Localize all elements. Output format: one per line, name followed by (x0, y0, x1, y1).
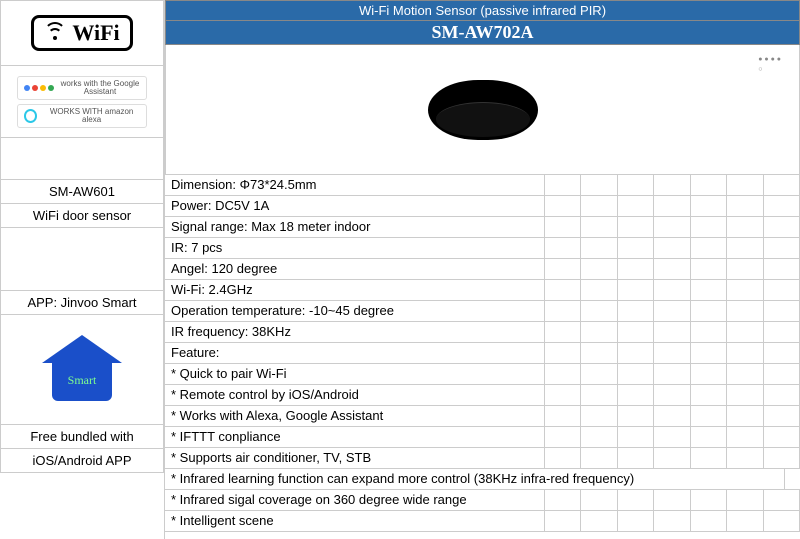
assist-mini-icon: ● ● ● ●○ (758, 55, 781, 75)
google-assistant-badge: works with the Google Assistant (17, 76, 147, 100)
spec-row: * Works with Alexa, Google Assistant (165, 406, 800, 427)
spec-row: * Quick to pair Wi-Fi (165, 364, 800, 385)
spec-grid-cells (545, 238, 800, 258)
spec-grid-cells (545, 343, 800, 363)
spec-row: Feature: (165, 343, 800, 364)
spec-row: Angel: 120 degree (165, 259, 800, 280)
spec-label: Operation temperature: -10~45 degree (165, 301, 545, 321)
spec-label: * Remote control by iOS/Android (165, 385, 545, 405)
model-desc: WiFi door sensor (0, 204, 164, 228)
house-icon: Jinvoo Smart (42, 335, 122, 405)
spec-row: IR frequency: 38KHz (165, 322, 800, 343)
alexa-text: WORKS WITH amazon alexa (43, 108, 140, 124)
alexa-badge: WORKS WITH amazon alexa (17, 104, 147, 128)
wifi-text: WiFi (72, 20, 119, 46)
blank-cell-2 (0, 228, 164, 291)
google-icon (24, 85, 54, 91)
spec-label: * Quick to pair Wi-Fi (165, 364, 545, 384)
blank-cell (0, 138, 164, 180)
alexa-icon (24, 109, 37, 123)
spec-row: Signal range: Max 18 meter indoor (165, 217, 800, 238)
spec-label: Feature: (165, 343, 545, 363)
spec-row: * IFTTT conpliance (165, 427, 800, 448)
spec-table: Dimension: Φ73*24.5mmPower: DC5V 1ASigna… (165, 175, 800, 539)
product-image-area: ● ● ● ●○ (165, 45, 800, 175)
model-bar: SM-AW702A (165, 21, 800, 45)
page: WiFi works with the Google Assistant WOR… (0, 0, 800, 539)
bundle-text-2: iOS/Android APP (0, 449, 164, 473)
spec-row: Operation temperature: -10~45 degree (165, 301, 800, 322)
spec-label: Angel: 120 degree (165, 259, 545, 279)
spec-label: IR: 7 pcs (165, 238, 545, 258)
google-text: works with the Google Assistant (60, 80, 140, 96)
spec-row: * Supports air conditioner, TV, STB (165, 448, 800, 469)
spec-grid-cells (545, 217, 800, 237)
spec-label: * Supports air conditioner, TV, STB (165, 448, 545, 468)
spec-grid-cells (545, 259, 800, 279)
spec-grid-cells (545, 175, 800, 195)
spec-row: Dimension: Φ73*24.5mm (165, 175, 800, 196)
brand-logo-cell: Jinvoo Smart (0, 315, 164, 425)
spec-label: * Infrared sigal coverage on 360 degree … (165, 490, 545, 510)
brand-label: Smart (68, 373, 97, 388)
spec-row: * Remote control by iOS/Android (165, 385, 800, 406)
spec-row: * Infrared sigal coverage on 360 degree … (165, 490, 800, 511)
title-bar: Wi-Fi Motion Sensor (passive infrared PI… (165, 0, 800, 21)
spec-grid-cells (545, 196, 800, 216)
spec-row: Wi-Fi: 2.4GHz (165, 280, 800, 301)
spec-label: IR frequency: 38KHz (165, 322, 545, 342)
wifi-logo-cell: WiFi (0, 0, 164, 66)
main: Wi-Fi Motion Sensor (passive infrared PI… (165, 0, 800, 539)
spec-grid-cells (545, 322, 800, 342)
spec-label: Dimension: Φ73*24.5mm (165, 175, 545, 195)
app-name: APP: Jinvoo Smart (0, 291, 164, 315)
spec-grid-cells (545, 280, 800, 300)
spec-grid-cells (545, 301, 800, 321)
spec-label: Signal range: Max 18 meter indoor (165, 217, 545, 237)
spec-grid-cells (785, 469, 800, 489)
spec-grid-cells (545, 385, 800, 405)
spec-label: Power: DC5V 1A (165, 196, 545, 216)
spec-row: Power: DC5V 1A (165, 196, 800, 217)
product-image (428, 80, 538, 140)
wifi-icon (44, 24, 66, 42)
spec-grid-cells (545, 448, 800, 468)
spec-label: * IFTTT conpliance (165, 427, 545, 447)
spec-label: * Works with Alexa, Google Assistant (165, 406, 545, 426)
spec-grid-cells (545, 406, 800, 426)
spec-grid-cells (545, 511, 800, 531)
spec-label: Wi-Fi: 2.4GHz (165, 280, 545, 300)
spec-label: * Intelligent scene (165, 511, 545, 531)
spec-row: IR: 7 pcs (165, 238, 800, 259)
sidebar: WiFi works with the Google Assistant WOR… (0, 0, 165, 539)
assistant-badges: works with the Google Assistant WORKS WI… (0, 66, 164, 138)
spec-row: * Infrared learning function can expand … (165, 469, 800, 490)
spec-row: * Intelligent scene (165, 511, 800, 532)
spec-grid-cells (545, 490, 800, 510)
spec-grid-cells (545, 427, 800, 447)
spec-label: * Infrared learning function can expand … (165, 469, 785, 489)
model-code: SM-AW601 (0, 180, 164, 204)
wifi-logo: WiFi (31, 15, 132, 51)
bundle-text-1: Free bundled with (0, 425, 164, 449)
spec-grid-cells (545, 364, 800, 384)
